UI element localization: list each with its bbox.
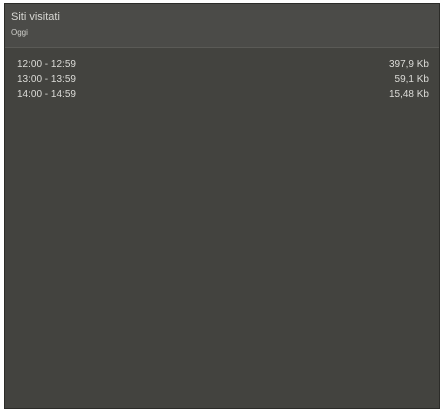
time-range-label: 14:00 - 14:59 <box>17 89 76 100</box>
list-item[interactable]: 14:00 - 14:59 15,48 Kb <box>17 87 429 102</box>
panel-header: Siti visitati Oggi <box>5 4 439 48</box>
list-item[interactable]: 12:00 - 12:59 397,9 Kb <box>17 57 429 72</box>
panel-subtitle: Oggi <box>11 28 28 37</box>
traffic-size-value: 59,1 Kb <box>394 74 429 85</box>
time-range-label: 12:00 - 12:59 <box>17 59 76 70</box>
time-range-label: 13:00 - 13:59 <box>17 74 76 85</box>
list-item[interactable]: 13:00 - 13:59 59,1 Kb <box>17 72 429 87</box>
traffic-size-value: 15,48 Kb <box>388 89 429 100</box>
traffic-panel: Siti visitati Oggi 12:00 - 12:59 397,9 K… <box>4 3 440 409</box>
panel-title: Siti visitati <box>11 11 60 23</box>
traffic-list: 12:00 - 12:59 397,9 Kb 13:00 - 13:59 59,… <box>5 48 439 102</box>
traffic-size-value: 397,9 Kb <box>388 59 429 70</box>
